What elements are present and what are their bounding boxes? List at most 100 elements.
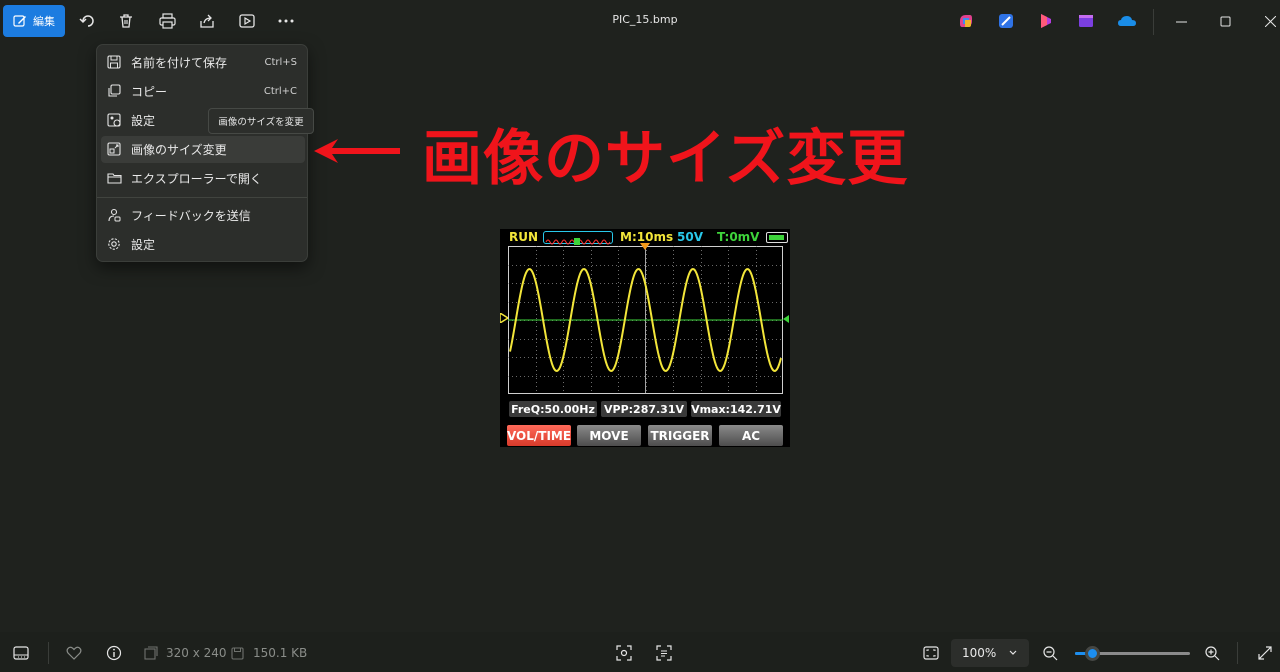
edit-button[interactable]: 編集: [3, 5, 65, 37]
scope-voltime-button: VOL/TIME: [507, 425, 571, 446]
scope-vmax: Vmax:142.71V: [691, 401, 781, 417]
menu-item-settings[interactable]: 設定: [101, 231, 305, 258]
visual-search-button[interactable]: [615, 644, 633, 662]
heart-icon: [66, 646, 82, 660]
copilot-button[interactable]: [957, 12, 975, 30]
close-icon: [1264, 15, 1276, 27]
zoom-dropdown[interactable]: 100%: [951, 639, 1029, 667]
scope-move-button: MOVE: [577, 425, 641, 446]
printer-icon: [158, 13, 176, 29]
edit-image-icon: [13, 15, 26, 27]
rotate-icon: [79, 15, 94, 27]
scope-timebase: M:10ms: [620, 230, 674, 244]
feedback-icon: [107, 208, 123, 224]
window-title: PIC_15.bmp: [612, 13, 678, 26]
share-button[interactable]: [195, 9, 219, 33]
more-icon: [278, 19, 294, 23]
zoom-in-icon: [1205, 646, 1220, 661]
trash-icon: [120, 14, 132, 28]
share-icon: [200, 14, 214, 28]
set-as-icon: [107, 112, 123, 129]
zoom-in-button[interactable]: [1203, 644, 1221, 662]
film-icon: [1079, 15, 1093, 27]
gear-icon: [107, 237, 123, 253]
menu-item-shortcut: Ctrl+C: [263, 86, 297, 97]
full-screen-button[interactable]: [1256, 644, 1274, 662]
save-icon: [107, 54, 123, 71]
minimize-button[interactable]: [1170, 10, 1192, 32]
menu-item-resize-image[interactable]: 画像のサイズ変更: [101, 136, 305, 163]
onedrive-icon: [1118, 16, 1136, 26]
menu-separator: [97, 197, 307, 198]
trigger-level-marker-icon: [783, 315, 789, 323]
chevron-down-icon: [1009, 650, 1017, 655]
delete-button[interactable]: [114, 9, 138, 33]
onedrive-button[interactable]: [1117, 12, 1136, 30]
play-icon: [239, 14, 255, 28]
zoom-out-button[interactable]: [1041, 644, 1059, 662]
menu-item-shortcut: Ctrl+S: [264, 57, 297, 68]
text-recognition-button[interactable]: [655, 644, 673, 662]
edit-button-label: 編集: [33, 15, 55, 28]
zoom-slider-thumb[interactable]: [1085, 646, 1101, 661]
scope-screen: [508, 246, 783, 394]
menu-item-open-in-explorer[interactable]: エクスプローラーで開く: [101, 165, 305, 192]
maximize-icon: [1220, 16, 1230, 26]
file-size-icon: [228, 644, 246, 662]
top-toolbar: 編集 PIC_15.bmp: [0, 0, 1280, 42]
expand-icon: [1258, 646, 1272, 660]
title-separator: [1153, 9, 1154, 35]
scope-frequency: FreQ:50.00Hz: [509, 401, 597, 417]
designer-button[interactable]: [997, 12, 1015, 30]
image-dimensions: 320 x 240: [166, 646, 227, 660]
channel-marker-icon: [500, 313, 508, 323]
scope-ac-button: AC: [719, 425, 783, 446]
menu-item-label: コピー: [131, 85, 168, 99]
info-icon: [106, 645, 122, 661]
visual-search-icon: [616, 645, 632, 661]
menu-item-send-feedback[interactable]: フィードバックを送信: [101, 202, 305, 229]
menu-item-copy[interactable]: コピー Ctrl+C: [101, 78, 305, 105]
maximize-button[interactable]: [1214, 10, 1236, 32]
rotate-button[interactable]: [76, 9, 100, 33]
clipchamp-icon: [1041, 14, 1051, 28]
print-button[interactable]: [155, 9, 179, 33]
folder-icon: [107, 171, 123, 187]
zoom-slider[interactable]: [1075, 646, 1190, 661]
menu-item-save-as[interactable]: 名前を付けて保存 Ctrl+S: [101, 49, 305, 76]
video-editor-button[interactable]: [1077, 12, 1095, 30]
scope-battery-icon: [766, 232, 788, 243]
close-button[interactable]: [1259, 10, 1280, 32]
scope-vpp: VPP:287.31V: [601, 401, 687, 417]
menu-item-label: 画像のサイズ変更: [131, 143, 227, 157]
dimensions-icon: [142, 644, 160, 662]
file-info-button[interactable]: [105, 644, 123, 662]
fit-to-window-button[interactable]: [922, 644, 940, 662]
filmstrip-icon: [13, 646, 29, 660]
menu-item-label: エクスプローラーで開く: [131, 172, 262, 186]
zoom-value: 100%: [962, 646, 997, 660]
bottom-bar: 320 x 240 150.1 KB 100%: [0, 632, 1280, 672]
menu-item-label: 名前を付けて保存: [131, 56, 228, 70]
copy-icon: [107, 83, 123, 100]
slideshow-button[interactable]: [235, 9, 259, 33]
clipchamp-button[interactable]: [1037, 12, 1055, 30]
menu-item-label: 設定: [131, 114, 156, 128]
more-options-menu: 名前を付けて保存 Ctrl+S コピー Ctrl+C 設定 画像のサイズ変更 エ…: [96, 44, 308, 262]
more-options-button[interactable]: [274, 9, 298, 33]
file-size: 150.1 KB: [253, 646, 308, 660]
bottom-separator: [48, 642, 49, 664]
designer-icon: [999, 14, 1013, 28]
scope-waveform-preview: [543, 231, 613, 245]
scope-volts-per-div: 50V: [677, 230, 703, 244]
annotation-text: 画像のサイズ変更: [422, 124, 909, 194]
displayed-image: RUN M:10ms 50V T:0mV FreQ:50.00Hz VPP:28…: [500, 229, 790, 447]
text-scan-icon: [656, 645, 672, 661]
scope-trigger-button: TRIGGER: [648, 425, 712, 446]
zoom-out-icon: [1043, 646, 1058, 661]
scope-trigger-level: T:0mV: [717, 230, 760, 244]
favorite-button[interactable]: [65, 644, 83, 662]
filmstrip-button[interactable]: [12, 644, 30, 662]
fit-window-icon: [923, 646, 939, 660]
annotation-arrow-icon: [314, 139, 400, 163]
